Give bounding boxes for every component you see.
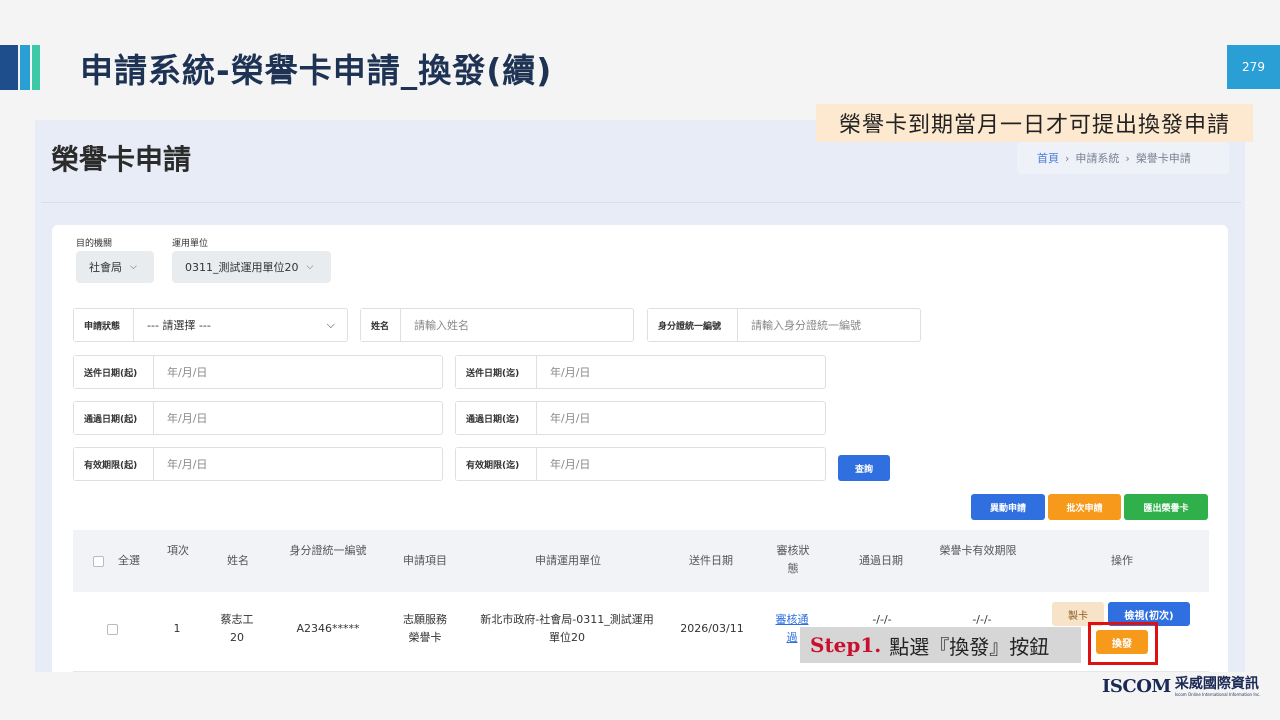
row-name: 蔡志工20 [220, 613, 254, 644]
name-input[interactable]: 請輸入姓名 [401, 309, 633, 341]
name-field: 姓名 請輸入姓名 [360, 308, 634, 342]
valid-end-field: 有效期限(迄) 年/月/日 [455, 447, 826, 481]
divider [41, 202, 1241, 203]
valid-start-label: 有效期限(起) [74, 448, 154, 480]
status-select-value: --- 請選擇 --- [147, 319, 211, 332]
header-index: 項次 [167, 544, 189, 557]
select-all-checkbox[interactable] [93, 556, 104, 567]
pass-end-field: 通過日期(迄) 年/月/日 [455, 401, 826, 435]
logo-text-group: 采威國際資訊 Iscom Online International Inform… [1175, 676, 1261, 697]
valid-start-field: 有效期限(起) 年/月/日 [73, 447, 443, 481]
unit-select-value: 0311_測試運用單位20 [185, 261, 299, 274]
header-actions: 操作 [1111, 554, 1133, 567]
search-card: 目的機關 社會局 ⌵ 運用單位 0311_測試運用單位20 ⌵ 申請狀態 ---… [52, 225, 1228, 672]
status-label: 申請狀態 [74, 309, 134, 341]
breadcrumb-separator: › [1125, 151, 1130, 165]
header-valid-date: 榮譽卡有效期限 [939, 544, 1017, 557]
id-label: 身分證統一編號 [648, 309, 738, 341]
valid-end-date-input[interactable]: 年/月/日 [537, 448, 825, 480]
send-end-date-input[interactable]: 年/月/日 [537, 356, 825, 388]
export-card-button[interactable]: 匯出榮譽卡 [1124, 494, 1208, 520]
change-apply-button[interactable]: 異動申請 [971, 494, 1045, 520]
query-button[interactable]: 查詢 [838, 455, 890, 481]
unit-label: 運用單位 [172, 239, 209, 249]
send-end-label: 送件日期(迄) [456, 356, 537, 388]
logo-text-en: ISCOM [1102, 676, 1171, 697]
send-end-field: 送件日期(迄) 年/月/日 [455, 355, 826, 389]
header-name: 姓名 [227, 554, 249, 567]
row-checkbox[interactable] [107, 624, 118, 635]
step-text: 點選『換發』按鈕 [889, 634, 1050, 659]
breadcrumb-item[interactable]: 申請系統 [1075, 150, 1119, 166]
pass-start-date-input[interactable]: 年/月/日 [154, 402, 442, 434]
highlight-box [1088, 622, 1158, 665]
batch-apply-button[interactable]: 批次申請 [1048, 494, 1121, 520]
id-input[interactable]: 請輸入身分證統一編號 [738, 309, 920, 341]
valid-start-date-input[interactable]: 年/月/日 [154, 448, 442, 480]
chevron-down-icon: ⌵ [306, 262, 314, 272]
name-label: 姓名 [361, 309, 401, 341]
header-status: 審核狀態 [776, 544, 810, 575]
agency-select[interactable]: 社會局 ⌵ [76, 251, 154, 283]
header-item: 申請項目 [403, 554, 447, 567]
pass-start-field: 通過日期(起) 年/月/日 [73, 401, 443, 435]
valid-end-label: 有效期限(迄) [456, 448, 537, 480]
row-id: A2346***** [296, 622, 360, 635]
pass-end-label: 通過日期(迄) [456, 402, 537, 434]
step-instruction: Step1. 點選『換發』按鈕 [800, 627, 1081, 663]
row-unit: 新北市政府-社會局-0311_測試運用單位20 [480, 613, 654, 644]
unit-select[interactable]: 0311_測試運用單位20 ⌵ [172, 251, 331, 283]
header-decoration-bar [32, 45, 40, 90]
page-number: 279 [1227, 45, 1280, 89]
agency-label: 目的機關 [76, 239, 113, 249]
app-screenshot: 榮譽卡申請 首頁 › 申請系統 › 榮譽卡申請 目的機關 社會局 ⌵ 運用單位 … [35, 120, 1245, 672]
page-title: 榮譽卡申請 [51, 143, 192, 176]
send-start-field: 送件日期(起) 年/月/日 [73, 355, 443, 389]
status-field: 申請狀態 --- 請選擇 --- ⌵ [73, 308, 348, 342]
pass-start-label: 通過日期(起) [74, 402, 154, 434]
chevron-down-icon: ⌵ [130, 262, 137, 272]
header-pass-date: 通過日期 [859, 554, 903, 567]
agency-select-value: 社會局 [89, 261, 122, 274]
id-field: 身分證統一編號 請輸入身分證統一編號 [647, 308, 921, 342]
header-unit: 申請運用單位 [535, 554, 601, 567]
logo-text-zh: 采威國際資訊 [1174, 676, 1259, 692]
breadcrumb: 首頁 › 申請系統 › 榮譽卡申請 [1017, 142, 1229, 174]
pass-end-date-input[interactable]: 年/月/日 [537, 402, 825, 434]
table-header: 全選 項次 姓名 身分證統一編號 申請項目 申請運用單位 送件日期 審核狀態 通… [73, 530, 1209, 592]
header-select-all: 全選 [118, 554, 140, 567]
status-select[interactable]: --- 請選擇 --- ⌵ [134, 309, 347, 341]
header-decoration-bar [0, 45, 18, 90]
logo-subtitle: Iscom Online International Information I… [1174, 692, 1261, 697]
breadcrumb-separator: › [1065, 151, 1070, 165]
send-start-date-input[interactable]: 年/月/日 [154, 356, 442, 388]
breadcrumb-item: 榮譽卡申請 [1135, 152, 1191, 165]
header-id: 身分證統一編號 [289, 544, 367, 557]
chevron-down-icon: ⌵ [326, 318, 335, 331]
iscom-logo: ISCOM 采威國際資訊 Iscom Online International … [1102, 676, 1261, 697]
send-start-label: 送件日期(起) [74, 356, 154, 388]
row-item: 志願服務榮譽卡 [403, 613, 447, 644]
breadcrumb-home-link[interactable]: 首頁 [1037, 150, 1059, 166]
step-number: Step1. [810, 633, 882, 657]
slide-title: 申請系統-榮譽卡申請_換發(續) [80, 51, 553, 90]
header-decoration-bar [20, 45, 30, 90]
header-send-date: 送件日期 [689, 554, 733, 567]
row-index: 1 [173, 622, 181, 635]
row-send-date: 2026/03/11 [680, 622, 744, 635]
row-divider [73, 671, 1209, 672]
note-callout: 榮譽卡到期當月一日才可提出換發申請 [816, 104, 1253, 142]
